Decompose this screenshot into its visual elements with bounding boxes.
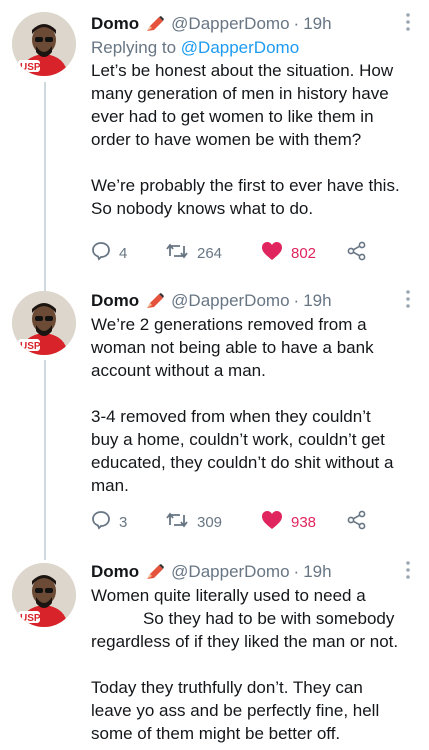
more-icon[interactable] (405, 560, 411, 585)
display-name[interactable]: Domo (91, 562, 139, 582)
pen-icon (144, 563, 166, 581)
svg-text:USP: USP (20, 613, 41, 624)
separator-dot: · (293, 562, 300, 581)
avatar[interactable]: USP (12, 563, 76, 627)
handle[interactable]: @DapperDomo (171, 562, 289, 582)
tweet[interactable]: USP Domo @DapperDomo · 19h Women quite l… (0, 0, 429, 750)
timestamp[interactable]: 19h (303, 562, 331, 582)
tweet-text: Women quite literally used to need a So … (91, 586, 399, 743)
